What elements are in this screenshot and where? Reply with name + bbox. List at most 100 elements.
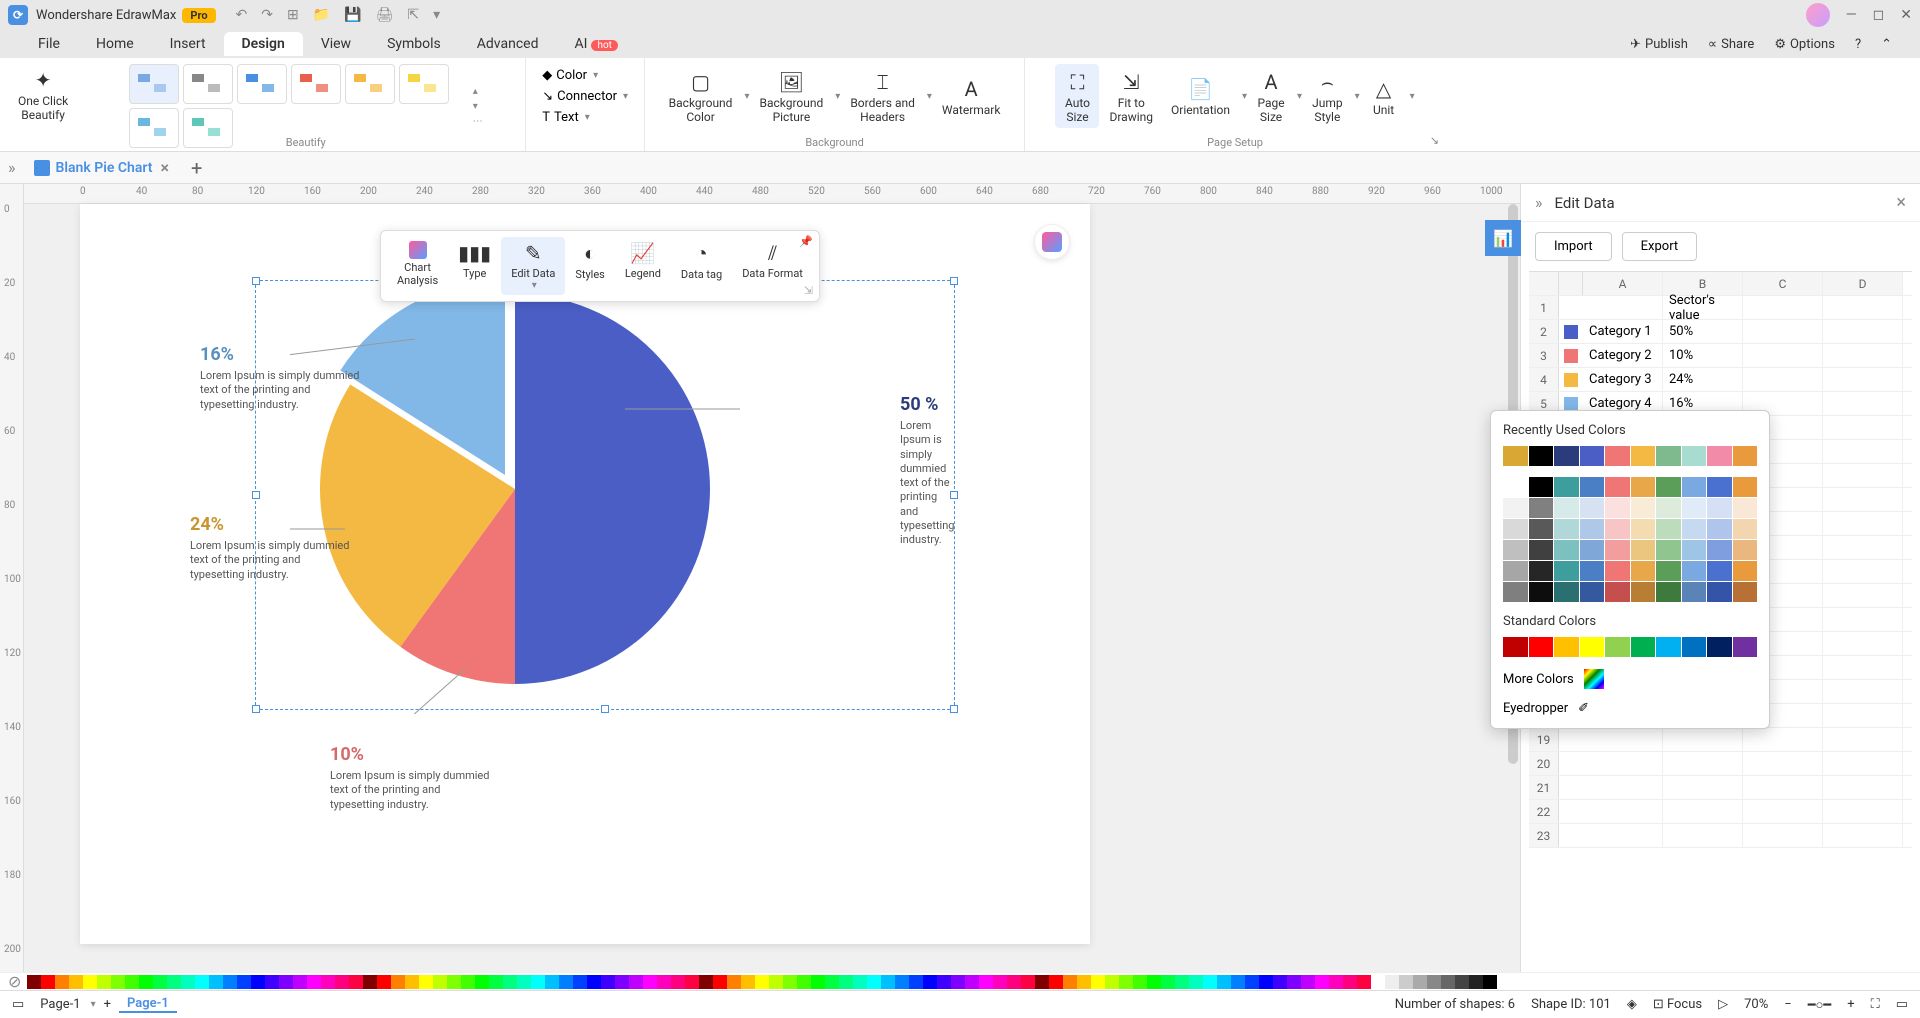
color-swatch[interactable] xyxy=(1631,519,1656,539)
color-swatch[interactable] xyxy=(1529,637,1554,657)
color-swatch[interactable] xyxy=(1529,519,1554,539)
color-swatch[interactable] xyxy=(1605,498,1630,518)
palette-swatch[interactable] xyxy=(1035,975,1049,989)
data-tag-button[interactable]: ◔Data tag xyxy=(671,237,732,295)
no-color-icon[interactable]: ⊘ xyxy=(8,972,21,991)
theme-down-icon[interactable]: ▾ xyxy=(473,101,483,112)
row-color-swatch[interactable] xyxy=(1564,373,1578,387)
borders-dropdown-icon[interactable]: ▾ xyxy=(927,91,932,102)
redo-icon[interactable]: ↷ xyxy=(261,7,273,23)
palette-swatch[interactable] xyxy=(321,975,335,989)
palette-swatch[interactable] xyxy=(153,975,167,989)
color-swatch[interactable] xyxy=(1503,561,1528,581)
palette-swatch[interactable] xyxy=(1077,975,1091,989)
color-swatch[interactable] xyxy=(1707,582,1732,602)
color-swatch[interactable] xyxy=(1733,498,1758,518)
col-header[interactable]: A xyxy=(1583,272,1663,295)
pie-chart[interactable]: 50 % Lorem Ipsum is simply dummied text … xyxy=(290,264,740,718)
palette-swatch[interactable] xyxy=(251,975,265,989)
text-dropdown[interactable]: T Text▾ xyxy=(536,108,634,127)
palette-swatch[interactable] xyxy=(1189,975,1203,989)
theme-up-icon[interactable]: ▴ xyxy=(473,86,483,97)
theme-swatch[interactable] xyxy=(183,64,233,104)
color-swatch[interactable] xyxy=(1682,498,1707,518)
color-swatch[interactable] xyxy=(1707,637,1732,657)
color-swatch[interactable] xyxy=(1554,477,1579,497)
palette-swatch[interactable] xyxy=(1399,975,1413,989)
palette-swatch[interactable] xyxy=(475,975,489,989)
color-swatch[interactable] xyxy=(1554,446,1579,466)
color-swatch[interactable] xyxy=(1605,519,1630,539)
color-swatch[interactable] xyxy=(1529,498,1554,518)
palette-swatch[interactable] xyxy=(349,975,363,989)
palette-swatch[interactable] xyxy=(517,975,531,989)
color-swatch[interactable] xyxy=(1529,561,1554,581)
palette-swatch[interactable] xyxy=(503,975,517,989)
menu-file[interactable]: File xyxy=(20,32,78,56)
table-row[interactable]: 23 xyxy=(1529,824,1912,848)
palette-swatch[interactable] xyxy=(993,975,1007,989)
color-swatch[interactable] xyxy=(1707,540,1732,560)
palette-swatch[interactable] xyxy=(1147,975,1161,989)
color-swatch[interactable] xyxy=(1554,561,1579,581)
palette-swatch[interactable] xyxy=(1385,975,1399,989)
publish-button[interactable]: ✈ Publish xyxy=(1622,35,1696,54)
palette-swatch[interactable] xyxy=(657,975,671,989)
palette-swatch[interactable] xyxy=(825,975,839,989)
orientation-button[interactable]: 📄Orientation xyxy=(1163,71,1238,121)
palette-swatch[interactable] xyxy=(489,975,503,989)
color-swatch[interactable] xyxy=(1707,561,1732,581)
palette-swatch[interactable] xyxy=(1287,975,1301,989)
color-swatch[interactable] xyxy=(1631,498,1656,518)
save-icon[interactable]: 💾 xyxy=(344,7,361,23)
color-swatch[interactable] xyxy=(1605,446,1630,466)
palette-swatch[interactable] xyxy=(335,975,349,989)
palette-swatch[interactable] xyxy=(167,975,181,989)
palette-swatch[interactable] xyxy=(1203,975,1217,989)
close-window-icon[interactable]: ✕ xyxy=(1900,7,1912,23)
palette-swatch[interactable] xyxy=(181,975,195,989)
palette-swatch[interactable] xyxy=(41,975,55,989)
col-header[interactable]: D xyxy=(1823,272,1903,295)
expand-icon[interactable]: ⇲ xyxy=(804,284,813,297)
help-icon[interactable]: ? xyxy=(1847,35,1869,54)
color-swatch[interactable] xyxy=(1707,446,1732,466)
palette-swatch[interactable] xyxy=(237,975,251,989)
palette-swatch[interactable] xyxy=(1357,975,1371,989)
color-swatch[interactable] xyxy=(1631,561,1656,581)
more-qat-icon[interactable]: ▾ xyxy=(433,7,440,23)
canvas-page[interactable]: 50 % Lorem Ipsum is simply dummied text … xyxy=(80,204,1090,944)
unit-button[interactable]: △Unit xyxy=(1362,71,1406,121)
page-layout-icon[interactable]: ▭ xyxy=(12,997,24,1012)
palette-swatch[interactable] xyxy=(559,975,573,989)
ai-assistant-icon[interactable] xyxy=(1034,224,1070,260)
menu-view[interactable]: View xyxy=(303,32,369,56)
palette-swatch[interactable] xyxy=(1245,975,1259,989)
one-click-beautify-button[interactable]: ✦ One Click Beautify xyxy=(10,62,76,126)
palette-swatch[interactable] xyxy=(391,975,405,989)
palette-swatch[interactable] xyxy=(1343,975,1357,989)
bg-color-button[interactable]: ▢Background Color xyxy=(661,64,741,128)
palette-swatch[interactable] xyxy=(1119,975,1133,989)
bg-picture-dropdown-icon[interactable]: ▾ xyxy=(835,91,840,102)
palette-swatch[interactable] xyxy=(1315,975,1329,989)
color-swatch[interactable] xyxy=(1605,561,1630,581)
color-swatch[interactable] xyxy=(1554,637,1579,657)
color-swatch[interactable] xyxy=(1656,519,1681,539)
color-swatch[interactable] xyxy=(1733,519,1758,539)
palette-swatch[interactable] xyxy=(839,975,853,989)
page-selector-label[interactable]: Page-1 xyxy=(40,997,80,1012)
fit-drawing-button[interactable]: ⇲Fit to Drawing xyxy=(1101,64,1161,128)
open-icon[interactable]: 📁 xyxy=(313,7,330,23)
color-swatch[interactable] xyxy=(1682,540,1707,560)
color-swatch[interactable] xyxy=(1733,582,1758,602)
color-swatch[interactable] xyxy=(1631,540,1656,560)
export-icon[interactable]: ⇱ xyxy=(407,7,419,23)
color-swatch[interactable] xyxy=(1605,582,1630,602)
row-color-swatch[interactable] xyxy=(1564,325,1578,339)
fullscreen-icon[interactable]: ▭ xyxy=(1896,997,1908,1012)
add-page-icon[interactable]: + xyxy=(104,997,111,1012)
palette-swatch[interactable] xyxy=(69,975,83,989)
chart-legend-button[interactable]: 📈Legend xyxy=(615,237,671,295)
palette-swatch[interactable] xyxy=(1441,975,1455,989)
